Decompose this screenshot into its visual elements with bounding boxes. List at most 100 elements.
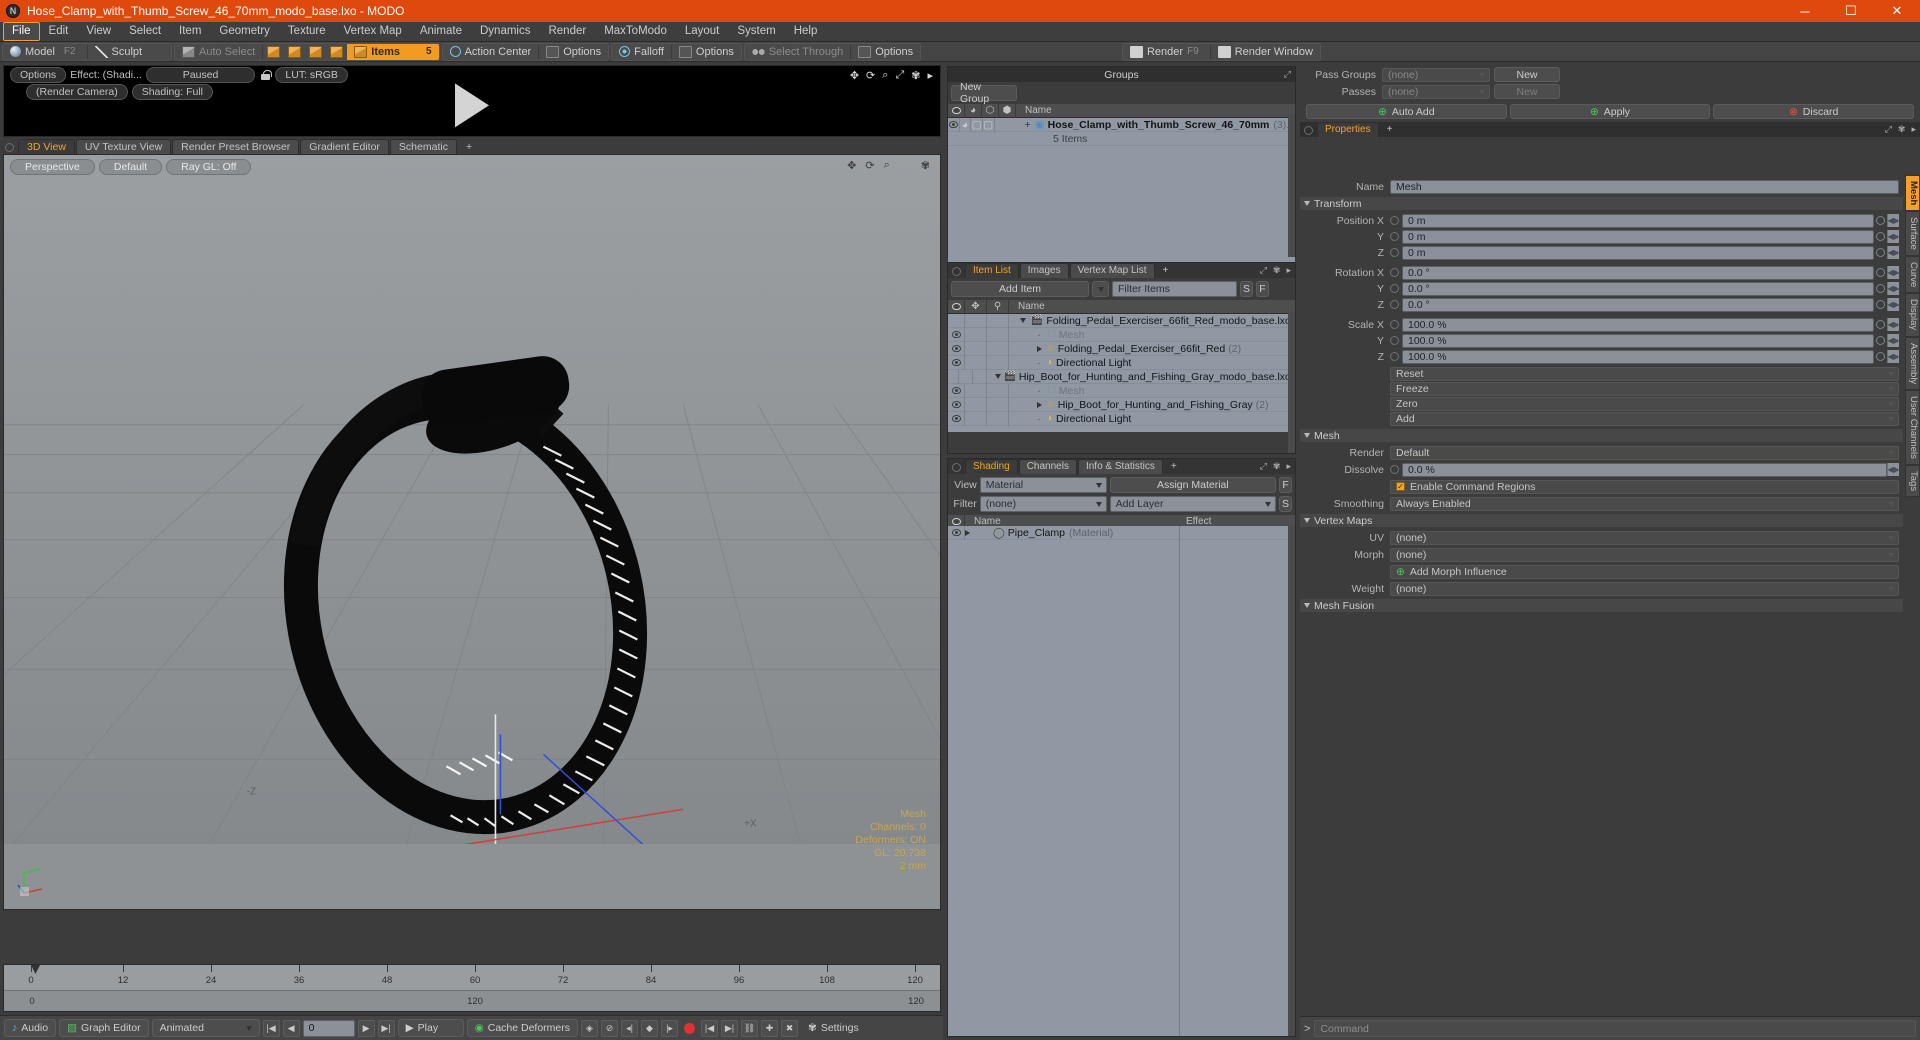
- pass-groups-new-button[interactable]: New: [1494, 67, 1560, 82]
- polygon-mode-button[interactable]: [305, 44, 326, 60]
- action-center-options-button[interactable]: Options: [539, 44, 608, 60]
- item-row-eye-toggle[interactable]: [948, 355, 965, 370]
- transform-value-field[interactable]: 0.0 °: [1402, 281, 1874, 296]
- render-button[interactable]: Render F9: [1123, 44, 1210, 60]
- item-list-row[interactable]: · ⬡ Mesh: [948, 327, 1295, 342]
- tab-images[interactable]: Images: [1019, 263, 1069, 278]
- passes-new-button[interactable]: New: [1494, 84, 1560, 99]
- transform-channel-knob[interactable]: [1876, 352, 1885, 361]
- item-list-row[interactable]: 🎬 Hip_Boot_for_Hunting_and_Fishing_Gray_m…: [948, 369, 1295, 384]
- side-tab-surface[interactable]: Surface: [1905, 211, 1920, 257]
- chevron-right-icon[interactable]: ▸: [927, 69, 933, 82]
- transform-channel-knob[interactable]: [1876, 300, 1885, 309]
- filter-f-button[interactable]: F: [1256, 281, 1269, 297]
- item-row-axis-toggle[interactable]: [987, 327, 1009, 342]
- animated-dropdown[interactable]: Animated: [151, 1019, 260, 1037]
- item-row-expand-icon[interactable]: ·: [1031, 357, 1047, 369]
- transform-value-field[interactable]: 100.0 %: [1402, 317, 1874, 332]
- items-mode-button[interactable]: Items 5: [347, 43, 439, 60]
- menu-select[interactable]: Select: [120, 22, 170, 41]
- menu-edit[interactable]: Edit: [40, 22, 78, 41]
- item-row-eye-toggle[interactable]: [948, 369, 960, 384]
- item-row-expand-icon[interactable]: ·: [1031, 385, 1047, 397]
- cache-deformers-button[interactable]: ◉ Cache Deformers: [466, 1019, 579, 1037]
- item-row-axis-toggle[interactable]: [987, 313, 1009, 328]
- vertex-mode-button[interactable]: [263, 44, 284, 60]
- item-list-row[interactable]: ▱ Hip_Boot_for_Hunting_and_Fishing_Gray (…: [948, 397, 1295, 412]
- properties-expand-icon[interactable]: ⤢: [1885, 124, 1892, 135]
- item-row-eye-toggle[interactable]: [948, 327, 965, 342]
- item-list-row[interactable]: · ⬡ Mesh: [948, 383, 1295, 398]
- item-row-expand-icon[interactable]: [1031, 345, 1047, 352]
- gear-icon[interactable]: ✾: [911, 69, 920, 82]
- apply-button[interactable]: ⊕ Apply: [1509, 104, 1711, 119]
- transform-spinner[interactable]: ◀▶: [1887, 214, 1900, 227]
- key-first-icon[interactable]: |◀: [701, 1019, 719, 1037]
- item-row-axis-toggle[interactable]: [987, 397, 1009, 412]
- tab-3d-view[interactable]: 3D View: [18, 139, 75, 154]
- side-tab-assembly[interactable]: Assembly: [1905, 336, 1920, 390]
- tab-gradient-editor[interactable]: Gradient Editor: [300, 139, 389, 154]
- transform-value-field[interactable]: 0 m: [1402, 213, 1874, 228]
- shading-expand-icon[interactable]: ⤢: [1260, 461, 1267, 472]
- auto-add-button[interactable]: ⊕ Auto Add: [1306, 104, 1507, 119]
- graph-editor-button[interactable]: ▨ Graph Editor: [59, 1019, 149, 1037]
- key-set-icon[interactable]: ◆: [641, 1019, 659, 1037]
- item-row-axis-toggle[interactable]: [987, 355, 1009, 370]
- row-eye-toggle[interactable]: [948, 117, 960, 132]
- menu-file[interactable]: File: [3, 22, 40, 41]
- add-item-button[interactable]: Add Item: [951, 281, 1089, 297]
- viewport-shading-preset-button[interactable]: Default: [98, 159, 163, 175]
- menu-layout[interactable]: Layout: [676, 22, 729, 41]
- shading-view-select[interactable]: Material: [979, 477, 1107, 493]
- transform-spinner[interactable]: ◀▶: [1887, 282, 1900, 295]
- command-input[interactable]: Command: [1314, 1020, 1916, 1037]
- channel-remove-icon[interactable]: ✖: [781, 1019, 799, 1037]
- transform-keyframe-knob[interactable]: [1390, 320, 1399, 329]
- viewport-perspective-button[interactable]: Perspective: [10, 159, 95, 175]
- menu-help[interactable]: Help: [785, 22, 827, 41]
- transform-spinner[interactable]: ◀▶: [1887, 230, 1900, 243]
- shading-grip-icon[interactable]: [952, 463, 961, 472]
- transform-keyframe-knob[interactable]: [1390, 216, 1399, 225]
- item-row-lock-toggle[interactable]: [965, 313, 987, 328]
- item-row-eye-toggle[interactable]: [948, 383, 965, 398]
- side-tab-display[interactable]: Display: [1905, 293, 1920, 337]
- maximize-button[interactable]: ☐: [1828, 0, 1874, 22]
- transform-channel-knob[interactable]: [1876, 268, 1885, 277]
- action-center-button[interactable]: Action Center: [443, 44, 539, 60]
- tab-shading[interactable]: Shading: [965, 459, 1018, 474]
- row-render-toggle[interactable]: ◕: [960, 117, 972, 132]
- item-row-lock-toggle[interactable]: [965, 341, 987, 356]
- transform-value-field[interactable]: 0 m: [1402, 229, 1874, 244]
- viewport-move-icon[interactable]: ✥: [847, 159, 856, 172]
- filter-items-input[interactable]: Filter Items: [1112, 281, 1237, 297]
- panel-grip-icon[interactable]: [5, 143, 14, 152]
- item-row-expand-icon[interactable]: [1015, 318, 1031, 323]
- item-row-axis-toggle[interactable]: [987, 411, 1009, 426]
- reset-dropdown[interactable]: Reset: [1390, 367, 1899, 381]
- transform-channel-knob[interactable]: [1876, 284, 1885, 293]
- item-row-lock-toggle[interactable]: [959, 369, 974, 384]
- item-row-lock-toggle[interactable]: [965, 327, 987, 342]
- item-row-lock-toggle[interactable]: [965, 355, 987, 370]
- item-list-grip-icon[interactable]: [952, 267, 961, 276]
- current-frame-field[interactable]: 0: [302, 1019, 355, 1037]
- timeline-range-bar[interactable]: 0 120 120: [4, 990, 940, 1011]
- render-options-button[interactable]: Options: [10, 66, 67, 83]
- transform-spinner[interactable]: ◀▶: [1887, 266, 1900, 279]
- smoothing-select[interactable]: Always Enabled: [1390, 496, 1899, 511]
- auto-select-button[interactable]: Auto Select: [175, 44, 262, 60]
- transform-channel-knob[interactable]: [1876, 320, 1885, 329]
- transform-keyframe-knob[interactable]: [1390, 284, 1399, 293]
- viewport-3d[interactable]: -Z +X Perspective Default Ray GL: Off ✥ …: [3, 154, 941, 910]
- name-field[interactable]: Mesh: [1390, 179, 1899, 194]
- transform-keyframe-knob[interactable]: [1390, 336, 1399, 345]
- shading-f-button[interactable]: F: [1279, 477, 1292, 493]
- next-frame-button[interactable]: ▶: [357, 1019, 375, 1037]
- menu-system[interactable]: System: [728, 22, 784, 41]
- autokey-icon[interactable]: ⊘: [601, 1019, 619, 1037]
- properties-chevron-icon[interactable]: ▸: [1911, 124, 1916, 135]
- menu-maxtomodo[interactable]: MaxToModo: [595, 22, 676, 41]
- menu-view[interactable]: View: [77, 22, 120, 41]
